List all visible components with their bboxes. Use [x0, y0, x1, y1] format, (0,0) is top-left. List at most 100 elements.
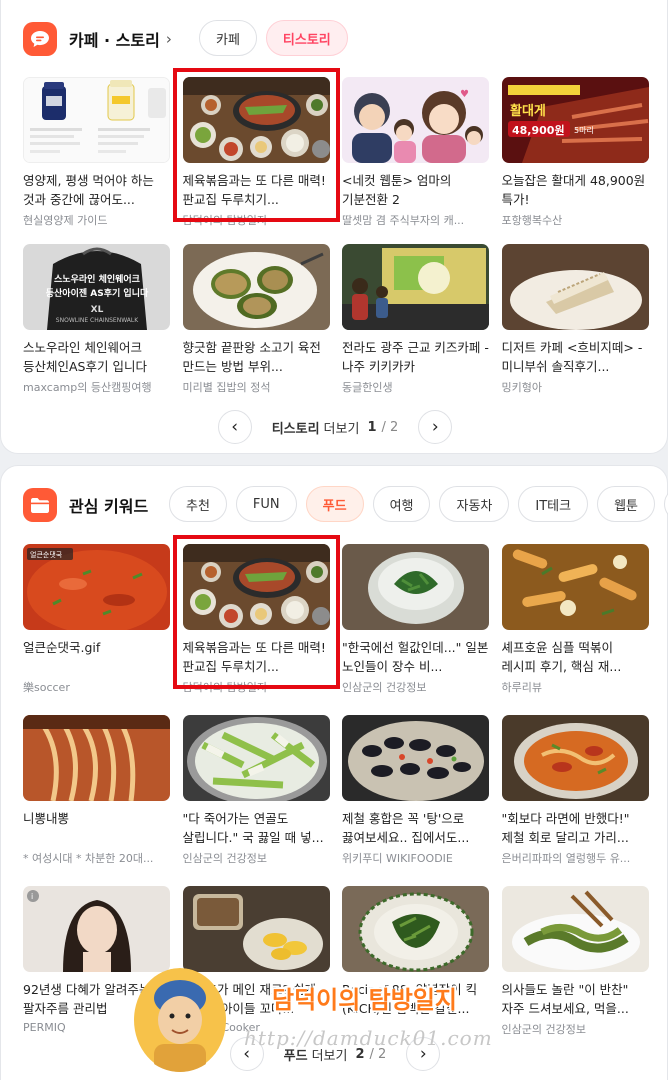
more-link[interactable]: 티스토리 더보기 1 / 2	[272, 418, 399, 437]
seaweed-side-dish-thumbnail	[501, 886, 649, 972]
content-item[interactable]: ♥ <네컷 웹툰> 엄마의 기분전환 2 딸셋맘 겸 주식부자의 캐...	[342, 77, 489, 228]
item-source: 담덕이의 탐방일지	[182, 214, 267, 227]
content-item[interactable]: "한국에선 헐값인데..." 일본 노인들이 장수 비... 인삼군의 건강정보	[342, 544, 489, 695]
beef-jeon-thumbnail	[182, 244, 330, 330]
item-title: 제육볶음과는 또 다른 매력! 판교집 두루치기...	[182, 173, 326, 207]
tab-webtoon[interactable]: 웹툰	[597, 486, 655, 522]
tab-tistory[interactable]: 티스토리	[265, 20, 348, 56]
content-item[interactable]: 디저트 카페 <흐비지떼> - 미니부쉬 솔직후기... 밍키형아	[501, 244, 649, 395]
content-item[interactable]: i 92년생 다혜가 알려주는 팔자주름 관리법 PERMIQ	[23, 886, 170, 1037]
item-title: 향긋함 끝판왕 소고기 육전 만드는 방법 부위...	[182, 340, 321, 374]
section2-pagination: ‹ 푸드 더보기 2 / 2 ›	[1, 1037, 668, 1071]
more-label-bold: 티스토리	[271, 421, 320, 437]
content-item[interactable]: 제육볶음과는 또 다른 매력! 판교집 두루치기... 담덕이의 탐방일지	[172, 535, 340, 695]
item-source: 밍키형아	[501, 381, 542, 394]
tab-recommend[interactable]: 추천	[169, 486, 227, 522]
content-item[interactable]: 셰프호윤 심플 떡볶이 레시피 후기, 핵심 재... 하루리뷰	[501, 544, 649, 695]
content-item[interactable]: 양배추가 메인 재료? 쉽게 만드는 아이들 꼬마... Happy Cooke…	[182, 886, 330, 1037]
chain-overlay-line1: 스노우라인 체인웨어크	[54, 273, 140, 285]
item-title: Recipe188. 양념장이 킥(KICK)인 담백한 갈칠...	[342, 982, 478, 1016]
item-source: PERMIQ	[23, 1021, 66, 1034]
chain-brand-tag: SNOWLINE CHAINSENWALK	[56, 317, 139, 324]
item-title: 디저트 카페 <흐비지떼> - 미니부쉬 솔직후기...	[501, 340, 643, 374]
chain-overlay-line2: 등산아이젠 AS후기 입니다	[46, 287, 149, 299]
item-title: 제육볶음과는 또 다른 매력! 판교집 두루치기...	[182, 640, 326, 674]
section2-grid: 얼큰순댓국 얼큰순댓국.gif 樂soccer 제육볶음과는 또 다른 매력! …	[23, 535, 649, 1037]
item-title: <네컷 웹툰> 엄마의 기분전환 2	[342, 173, 452, 207]
tab-it-tech[interactable]: IT테크	[518, 486, 589, 522]
tab-cafe[interactable]: 카페	[199, 20, 257, 56]
crab-unit-text: 5마리	[574, 126, 594, 135]
prev-page-button[interactable]: ‹	[217, 410, 252, 444]
more-label-bold: 푸드	[283, 1048, 308, 1064]
content-item[interactable]: 의사들도 놀란 "이 반찬" 자주 드셔보세요, 먹을... 인삼군의 건강정보	[501, 886, 649, 1037]
more-link[interactable]: 푸드 더보기 2 / 2	[284, 1045, 387, 1064]
svg-text:♥: ♥	[460, 89, 469, 100]
content-item[interactable]: 전라도 광주 근교 키즈카페 - 나주 키키카카 동글한인생	[342, 244, 489, 395]
chat-bubble-icon	[23, 22, 57, 56]
interest-keyword-header: 관심 키워드	[23, 485, 148, 525]
tab-car[interactable]: 자동차	[439, 486, 510, 522]
tab-fun[interactable]: FUN	[235, 486, 297, 522]
tabs-next-button[interactable]: ›	[664, 487, 668, 521]
tab-food[interactable]: 푸드	[305, 486, 364, 522]
content-item[interactable]: 제육볶음과는 또 다른 매력! 판교집 두루치기... 담덕이의 탐방일지	[172, 68, 340, 228]
page-current: 1	[367, 419, 377, 435]
tteokbokki-thumbnail	[501, 544, 649, 630]
item-source: 포항행복수산	[501, 214, 563, 227]
chain-size-tag: XL	[91, 305, 104, 315]
content-item[interactable]: "다 죽어가는 연골도 살립니다." 국 끓일 때 넣... 인삼군의 건강정보	[182, 715, 330, 866]
section1-grid: 영양제, 평생 먹어야 하는 것과 중간에 끊어도... 현실영양제 가이드 제…	[23, 68, 649, 395]
chevron-right-icon: ›	[165, 30, 172, 48]
noodles-thumbnail	[23, 715, 170, 801]
cafe-story-header[interactable]: 카페 · 스토리 ›	[23, 19, 172, 59]
more-label: 더보기	[323, 421, 360, 437]
item-title: "다 죽어가는 연골도 살립니다." 국 끓일 때 넣...	[182, 811, 324, 845]
item-source: 인삼군의 건강정보	[342, 681, 427, 694]
item-title: 92년생 다혜가 알려주는 팔자주름 관리법	[23, 982, 151, 1016]
greens-plate-thumbnail	[342, 886, 489, 972]
greens-bowl-thumbnail	[342, 544, 489, 630]
webtoon-family-thumbnail: ♥	[342, 77, 489, 163]
kids-cafe-thumbnail	[342, 244, 489, 330]
content-item[interactable]: 향긋함 끝판왕 소고기 육전 만드는 방법 부위... 미리별 집밥의 정석	[182, 244, 330, 395]
content-item[interactable]: 스노우라인 체인웨어크 등산아이젠 AS후기 입니다 XL SNOWLINE C…	[23, 244, 170, 395]
item-title: 오늘잡은 활대게 48,900원 특가!	[501, 173, 646, 207]
supplements-thumbnail	[23, 77, 170, 163]
next-page-button[interactable]: ›	[406, 1037, 441, 1071]
ramen-thumbnail	[501, 715, 649, 801]
chain-bag-thumbnail: 스노우라인 체인웨어크 등산아이젠 AS후기 입니다 XL SNOWLINE C…	[23, 244, 170, 330]
section-title: 관심 키워드	[69, 497, 149, 516]
interest-keyword-card: 관심 키워드 추천 FUN 푸드 여행 자동차 IT테크 웹툰 › 얼큰순댓국 …	[0, 465, 668, 1080]
content-item[interactable]: 영양제, 평생 먹어야 하는 것과 중간에 끊어도... 현실영양제 가이드	[23, 77, 170, 228]
item-source: 樂soccer	[23, 681, 70, 694]
page-current: 2	[355, 1046, 365, 1062]
section-title: 카페 · 스토리	[69, 31, 160, 50]
item-source: maxcamp의 등산캠핑여행	[23, 381, 152, 394]
item-title: 전라도 광주 근교 키즈카페 - 나주 키키카카	[342, 340, 489, 374]
korean-table-food-thumbnail	[182, 544, 330, 630]
folder-icon	[23, 488, 57, 522]
item-source: 현실영양제 가이드	[23, 214, 108, 227]
section2-tabs: 추천 FUN 푸드 여행 자동차 IT테크 웹툰 ›	[169, 486, 668, 522]
prev-page-button[interactable]: ‹	[229, 1037, 264, 1071]
content-item[interactable]: Recipe188. 양념장이 킥(KICK)인 담백한 갈칠...	[342, 886, 489, 1037]
item-title: "한국에선 헐값인데..." 일본 노인들이 장수 비...	[342, 640, 489, 674]
item-source: 딸셋맘 겸 주식부자의 캐...	[342, 214, 465, 227]
item-title: 의사들도 놀란 "이 반찬" 자주 드셔보세요, 먹을...	[501, 982, 629, 1016]
item-source: 위키푸디 WIKIFOODIE	[342, 852, 453, 865]
content-item[interactable]: 얼큰순댓국 얼큰순댓국.gif 樂soccer	[23, 544, 170, 695]
item-title: 스노우라인 체인웨어크 등산체인AS후기 입니다	[23, 340, 147, 374]
content-item[interactable]: "회보다 라면에 반했다!" 제철 회로 달리고 가리... 은버리파파의 열렁…	[501, 715, 649, 866]
item-source: 담덕이의 탐방일지	[182, 681, 267, 694]
next-page-button[interactable]: ›	[418, 410, 453, 444]
tab-travel[interactable]: 여행	[372, 486, 431, 522]
content-item[interactable]: 니뽕내뽕 * 여성시대 * 차분한 20대...	[23, 715, 170, 866]
crab-tag-text: 활대게	[510, 103, 546, 119]
content-item[interactable]: 제철 홍합은 꼭 '탕'으로 끓여보세요.. 집에서도... 위키푸디 WIKI…	[342, 715, 489, 866]
svg-text:i: i	[31, 892, 33, 901]
section1-tabs: 카페 티스토리	[199, 20, 348, 56]
content-item[interactable]: 활대게 48,900원 5마리 오늘잡은 활대게 48,900원 특가! 포항행…	[501, 77, 649, 228]
page-total: / 2	[369, 1046, 387, 1062]
item-title: 제철 홍합은 꼭 '탕'으로 끓여보세요.. 집에서도...	[342, 811, 470, 845]
